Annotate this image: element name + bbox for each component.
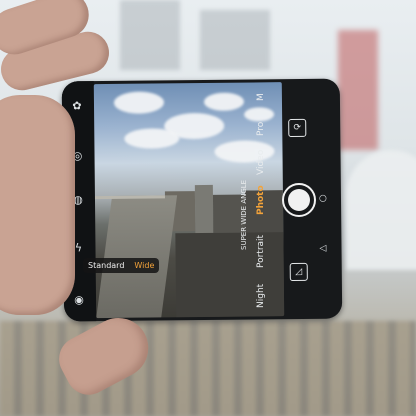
background-red-building (338, 30, 378, 150)
nav-recent-icon[interactable]: ◁ (319, 244, 326, 254)
cloud (113, 91, 165, 114)
switch-camera-icon[interactable]: ⟳ (288, 118, 307, 138)
wide-angle-label: SUPER WIDE ANGLE (240, 179, 248, 250)
zoom-toggle[interactable]: Standard Wide (83, 258, 160, 273)
mode-night[interactable]: Night (256, 284, 266, 308)
photo-scene: ✿ ◎ ◍ ϟ ◉ ⟳ ◿ ○ ◁ M Pro Video Photo Port… (0, 0, 416, 416)
mode-more[interactable]: M (256, 93, 266, 101)
background-building (200, 10, 270, 70)
background-dome (346, 150, 416, 270)
background-building (120, 0, 180, 70)
palm (0, 95, 75, 315)
zoom-option-standard[interactable]: Standard (83, 258, 130, 273)
mode-pro[interactable]: Pro (256, 122, 266, 136)
city-streets (175, 232, 285, 318)
cloud (203, 92, 245, 111)
city-building (194, 184, 214, 236)
mode-portrait[interactable]: Portrait (256, 235, 266, 268)
gallery-icon[interactable]: ◿ (289, 262, 308, 282)
rooftop-foreground (96, 195, 178, 319)
cloud (244, 107, 275, 122)
zoom-option-wide[interactable]: Wide (129, 258, 160, 273)
mode-photo[interactable]: Photo (256, 185, 266, 215)
shutter-button[interactable] (282, 183, 316, 217)
cloud (124, 128, 180, 149)
mode-video[interactable]: Video (256, 150, 266, 175)
nav-back-icon[interactable]: ○ (319, 194, 327, 204)
